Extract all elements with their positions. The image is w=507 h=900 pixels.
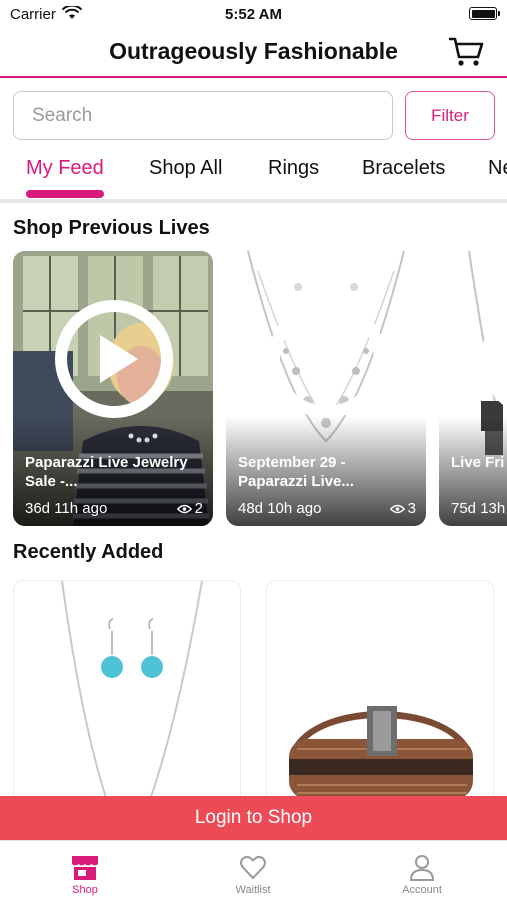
section-heading-recently-added: Recently Added: [13, 541, 164, 563]
search-row: Filter: [13, 91, 495, 141]
app-header: Outrageously Fashionable: [0, 28, 507, 78]
page-title: Outrageously Fashionable: [109, 38, 398, 64]
heart-icon: [240, 855, 266, 880]
tab-bar-label: Account: [402, 884, 442, 896]
tab-bar-item-account[interactable]: Account: [362, 841, 482, 900]
view-count: 2: [176, 500, 203, 517]
login-to-shop-button[interactable]: Login to Shop: [0, 796, 507, 840]
tab-bar-item-shop[interactable]: Shop: [25, 841, 145, 900]
tab-bar-label: Shop: [72, 884, 98, 896]
view-count: 3: [389, 500, 416, 517]
tab-bar-label: Waitlist: [235, 884, 271, 896]
live-title: Paparazzi Live Jewelry Sale -...: [25, 454, 188, 490]
tab-shop-all[interactable]: Shop All: [149, 157, 222, 180]
search-input[interactable]: [13, 91, 393, 140]
tab-rings[interactable]: Rings: [268, 157, 319, 180]
live-title: September 29 - Paparazzi Live...: [238, 454, 354, 490]
tab-my-feed[interactable]: My Feed: [26, 157, 104, 180]
live-time-ago: 36d 11h ago: [25, 500, 108, 517]
live-card[interactable]: Live Fri Sale 9/ 75d 13h: [439, 251, 507, 526]
battery-icon: [469, 7, 500, 20]
tab-bar-item-waitlist[interactable]: Waitlist: [193, 841, 313, 900]
status-time: 5:52 AM: [225, 6, 282, 23]
category-tabs: My Feed Shop All Rings Bracelets Ne: [0, 153, 507, 203]
section-heading-previous-lives: Shop Previous Lives: [13, 217, 210, 239]
eye-icon: [389, 504, 405, 513]
play-icon[interactable]: [480, 299, 507, 419]
play-icon[interactable]: [54, 299, 174, 419]
live-card[interactable]: September 29 - Paparazzi Live... 48d 10h…: [226, 251, 426, 526]
filter-button[interactable]: Filter: [405, 91, 495, 140]
account-icon: [409, 855, 435, 881]
previous-lives-carousel[interactable]: Paparazzi Live Jewelry Sale -... 36d 11h…: [13, 251, 507, 526]
eye-icon: [176, 504, 192, 513]
bottom-tab-bar: Shop Waitlist Account: [0, 840, 507, 900]
view-count-value: 3: [407, 500, 416, 517]
cart-icon[interactable]: [449, 36, 485, 68]
view-count-value: 2: [194, 500, 203, 517]
status-bar: Carrier 5:52 AM: [0, 0, 507, 28]
shop-icon: [72, 856, 98, 880]
play-icon[interactable]: [267, 299, 387, 419]
tab-necklaces[interactable]: Ne: [488, 157, 507, 180]
tab-bracelets[interactable]: Bracelets: [362, 157, 445, 180]
live-time-ago: 75d 13h: [451, 500, 506, 517]
tab-active-indicator: [26, 190, 104, 198]
live-title: Live Fri Sale 9/: [451, 454, 507, 471]
live-time-ago: 48d 10h ago: [238, 500, 322, 517]
live-card[interactable]: Paparazzi Live Jewelry Sale -... 36d 11h…: [13, 251, 213, 526]
